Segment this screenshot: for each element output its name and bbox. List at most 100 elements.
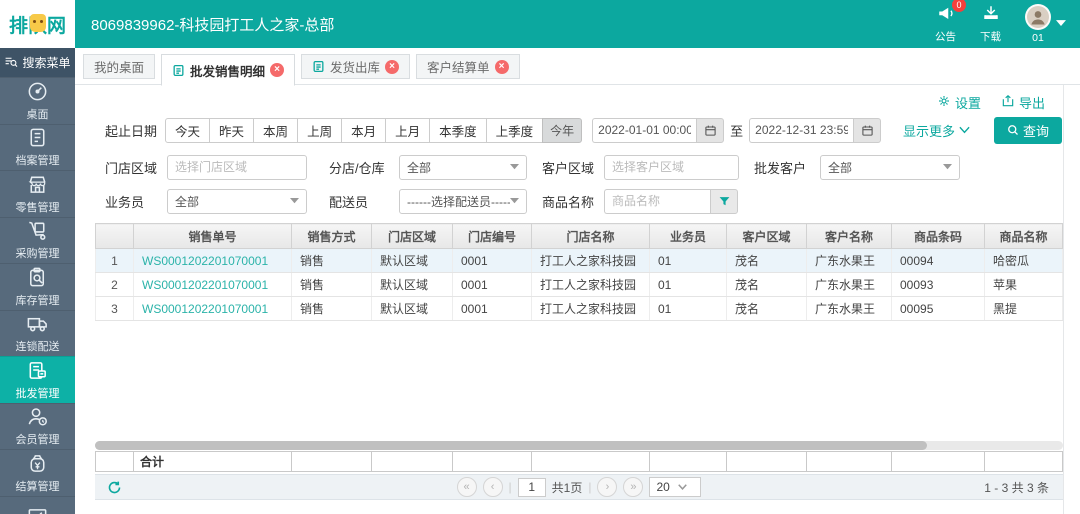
tab-customer-settlement[interactable]: 客户结算单 [416, 54, 520, 79]
col-customer-region[interactable]: 客户区域 [726, 223, 807, 249]
order-no-link[interactable]: WS0001202201070001 [133, 248, 292, 273]
salesman-select[interactable]: 全部 [167, 188, 307, 214]
sidebar-item-retail[interactable]: 零售管理 [0, 170, 75, 217]
col-store-no[interactable]: 门店编号 [452, 223, 532, 249]
deliveryman-select[interactable]: ------选择配送员------ [399, 188, 527, 214]
sidebar-item-archives[interactable]: 档案管理 [0, 123, 75, 171]
sidebar-search-menu[interactable]: 搜索菜单 [0, 48, 75, 77]
query-button[interactable]: 查询 [993, 116, 1062, 144]
store-region-input[interactable] [167, 154, 307, 180]
col-store-region[interactable]: 门店区域 [371, 223, 453, 249]
quick-last-month-button[interactable]: 上月 [385, 117, 431, 143]
tab-my-desktop[interactable]: 我的桌面 [83, 54, 156, 79]
funnel-filter-button[interactable] [710, 188, 738, 214]
sidebar-item-chain-delivery[interactable]: 连锁配送 [0, 309, 75, 357]
download-button[interactable]: 下载 [980, 4, 1001, 44]
notice-label: 公告 [935, 31, 956, 43]
total-cell [452, 451, 532, 472]
calendar-icon[interactable] [853, 117, 882, 143]
salesman-label: 业务员 [105, 194, 145, 210]
cell-salesman: 01 [649, 248, 727, 273]
quick-last-week-button[interactable]: 上周 [297, 117, 343, 143]
col-order-no[interactable]: 销售单号 [133, 223, 292, 249]
col-barcode[interactable]: 商品条码 [891, 223, 985, 249]
close-tab-icon[interactable] [385, 59, 400, 74]
calendar-icon[interactable] [696, 117, 725, 143]
table-row[interactable]: 1 WS0001202201070001 销售 默认区域 0001 打工人之家科… [95, 248, 1063, 273]
tab-wholesale-sales-detail[interactable]: 批发销售明细 [161, 54, 296, 86]
wholesale-customer-select[interactable]: 全部 [820, 154, 960, 180]
col-index[interactable] [95, 223, 134, 249]
cell-barcode: 00095 [891, 296, 985, 321]
row-index: 3 [95, 296, 134, 321]
caret-down-icon [510, 198, 519, 204]
user-menu[interactable]: 01 [1025, 4, 1066, 44]
trolley-icon [26, 219, 49, 242]
sidebar-item-label: 结算管理 [15, 480, 60, 493]
app-logo[interactable]: 排队网 [0, 0, 75, 48]
user-label: 01 [1032, 32, 1044, 44]
col-sale-method[interactable]: 销售方式 [291, 223, 372, 249]
end-date-input[interactable] [749, 117, 854, 143]
wholesale-customer-label: 批发客户 [754, 160, 807, 176]
cell-store-no: 0001 [452, 296, 532, 321]
quick-this-year-button[interactable]: 今年 [542, 117, 583, 143]
tab-label: 发货出库 [330, 61, 381, 75]
page-size-select[interactable]: 20 [649, 477, 702, 497]
total-cell [531, 451, 650, 472]
order-no-link[interactable]: WS0001202201070001 [133, 272, 292, 297]
bottom-strip [95, 500, 1063, 514]
quick-this-quarter-button[interactable]: 本季度 [429, 117, 487, 143]
sidebar-item-member[interactable]: 会员管理 [0, 402, 75, 450]
truck-icon [26, 312, 49, 335]
close-tab-icon[interactable] [270, 63, 285, 77]
sidebar-item-wholesale[interactable]: 批发管理 [0, 356, 75, 403]
col-product-name[interactable]: 商品名称 [984, 223, 1063, 249]
sidebar-item-report[interactable] [0, 495, 75, 514]
prev-page-button[interactable]: ‹ [482, 477, 503, 497]
quick-this-week-button[interactable]: 本周 [253, 117, 299, 143]
horizontal-scrollbar-track[interactable] [95, 441, 1063, 450]
show-more-button[interactable]: 显示更多 [903, 121, 970, 140]
show-more-label: 显示更多 [902, 123, 955, 139]
actions-row: 设置 导出 [95, 89, 1063, 115]
sidebar-item-settlement[interactable]: 结算管理 [0, 449, 75, 496]
col-customer-name[interactable]: 客户名称 [806, 223, 892, 249]
document-icon [172, 64, 185, 77]
cell-store-name: 打工人之家科技园 [531, 248, 650, 273]
sidebar-item-inventory[interactable]: 库存管理 [0, 263, 75, 310]
quick-this-month-button[interactable]: 本月 [341, 117, 387, 143]
tab-shipment-outbound[interactable]: 发货出库 [301, 54, 411, 79]
col-salesman[interactable]: 业务员 [649, 223, 727, 249]
table-row[interactable]: 2 WS0001202201070001 销售 默认区域 0001 打工人之家科… [95, 272, 1063, 297]
first-page-button[interactable]: « [456, 477, 477, 497]
settings-button[interactable]: 设置 [937, 93, 981, 112]
notice-button[interactable]: 0 公告 [935, 0, 966, 44]
quick-today-button[interactable]: 今天 [165, 117, 211, 143]
cell-customer: 广东水果王 [806, 296, 892, 321]
quick-last-quarter-button[interactable]: 上季度 [485, 117, 544, 143]
next-page-button[interactable]: › [597, 477, 618, 497]
order-no-link[interactable]: WS0001202201070001 [133, 296, 292, 321]
col-store-name[interactable]: 门店名称 [531, 223, 650, 249]
last-page-button[interactable]: » [623, 477, 644, 497]
start-date-input[interactable] [592, 117, 697, 143]
page-number-input[interactable] [517, 477, 546, 497]
total-cell [984, 451, 1063, 472]
cell-customer: 广东水果王 [806, 248, 892, 273]
table-row[interactable]: 3 WS0001202201070001 销售 默认区域 0001 打工人之家科… [95, 296, 1063, 321]
quick-yesterday-button[interactable]: 昨天 [209, 117, 255, 143]
cell-method: 销售 [291, 248, 372, 273]
sidebar-item-desktop[interactable]: 桌面 [0, 77, 75, 124]
customer-region-input[interactable] [604, 154, 739, 180]
export-button[interactable]: 导出 [1001, 93, 1045, 112]
sidebar-item-purchase[interactable]: 采购管理 [0, 216, 75, 264]
branch-select[interactable]: 全部 [399, 154, 527, 180]
date-quick-buttons: 今天 昨天 本周 上周 本月 上月 本季度 上季度 今年 [165, 117, 583, 143]
sales-detail-table: 销售单号 销售方式 门店区域 门店编号 门店名称 业务员 客户区域 客户名称 商… [95, 223, 1063, 321]
sidebar-item-label: 会员管理 [15, 434, 60, 447]
product-name-input[interactable] [604, 188, 710, 214]
horizontal-scrollbar-thumb[interactable] [95, 441, 928, 450]
close-tab-icon[interactable] [494, 59, 509, 74]
total-cell [726, 451, 807, 472]
